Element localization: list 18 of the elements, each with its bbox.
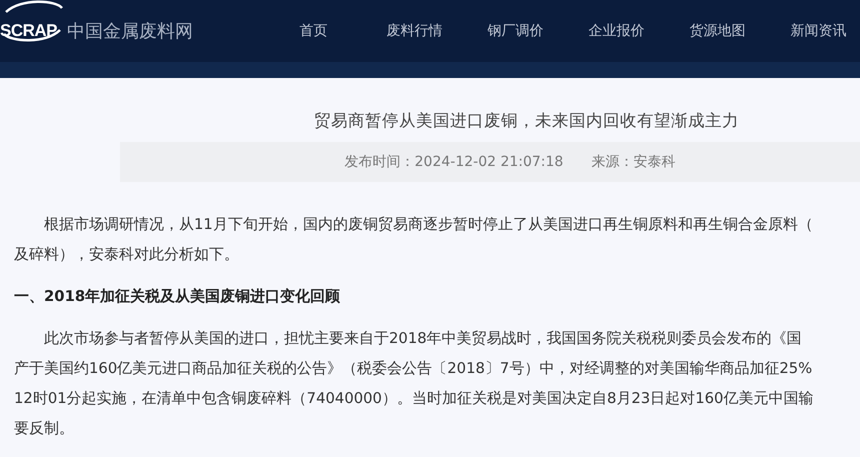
logo[interactable]: SCRAP [0, 21, 58, 41]
paragraph-line: 此次市场参与者暂停从美国的进口，担忧主要来自于2018年中美贸易战时，我国国务院关税税则委员会发布的《国 [43, 329, 803, 349]
meta-text: 发布时间：2024-12-02 21:07:18 [344, 153, 564, 171]
nav-link[interactable]: 废料行情 [364, 22, 466, 40]
section-heading: 一、2018年加征关税及从美国废铜进口变化回顾 [14, 286, 342, 307]
paragraph-line: 12时01分起实施，在清单中包含铜废碎料（74040000）。当时加征关税是对美国决定自8月23日起对160亿美元中国输 [14, 389, 814, 409]
article-title: 贸易商暂停从美国进口废铜，未来国内回收有望渐成主力 [313, 110, 740, 132]
paragraph-line: 要反制。 [14, 419, 75, 439]
paragraph-line: 根据市场调研情况，从11月下旬开始，国内的废铜贸易商逐步暂时停止了从美国进口再生铜原料和再生铜合金原料（ [43, 215, 814, 235]
nav-link[interactable]: 新闻资讯 [768, 22, 860, 40]
nav-link[interactable]: 企业报价 [566, 22, 668, 40]
meta-text: 来源：安泰科 [591, 153, 676, 171]
site-name: 中国金属废料网 [67, 20, 194, 43]
nav-link[interactable]: 货源地图 [667, 22, 768, 40]
paragraph-line: 及碎料），安泰科对此分析如下。 [14, 245, 240, 265]
nav-link[interactable]: 首页 [263, 22, 364, 40]
paragraph-line: 产于美国约160亿美元进口商品加征关税的公告》（税委会公告〔2018〕7号）中，对经调整的对美国输华商品加征25% [14, 359, 814, 379]
nav-link[interactable]: 钢厂调价 [465, 22, 566, 40]
